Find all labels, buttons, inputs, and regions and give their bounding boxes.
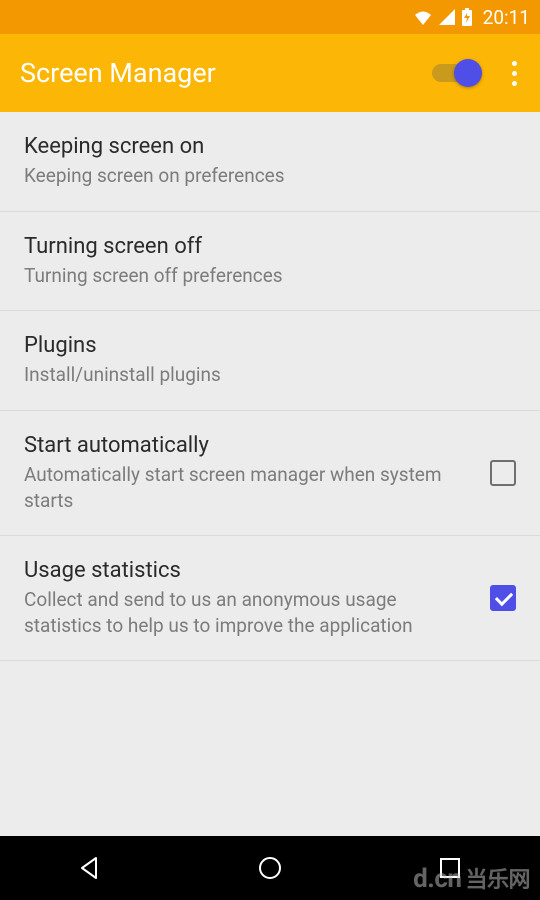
nav-back-button[interactable] xyxy=(40,836,140,900)
item-subtitle: Install/uninstall plugins xyxy=(24,362,516,388)
item-plugins[interactable]: Plugins Install/uninstall plugins xyxy=(0,311,540,411)
item-subtitle: Collect and send to us an anonymous usag… xyxy=(24,587,474,638)
item-start-automatically[interactable]: Start automatically Automatically start … xyxy=(0,411,540,536)
item-title: Turning screen off xyxy=(24,234,516,259)
item-subtitle: Keeping screen on preferences xyxy=(24,163,516,189)
app-bar: Screen Manager xyxy=(0,34,540,112)
battery-icon xyxy=(461,8,473,26)
overflow-menu-button[interactable] xyxy=(502,53,526,93)
item-usage-statistics[interactable]: Usage statistics Collect and send to us … xyxy=(0,536,540,661)
master-toggle[interactable] xyxy=(432,59,482,87)
app-title: Screen Manager xyxy=(20,57,420,89)
nav-home-button[interactable] xyxy=(220,836,320,900)
checkbox-start-automatically[interactable] xyxy=(490,460,516,486)
item-title: Start automatically xyxy=(24,433,474,458)
item-title: Keeping screen on xyxy=(24,134,516,159)
status-time: 20:11 xyxy=(483,6,530,29)
signal-icon xyxy=(439,9,455,25)
item-subtitle: Automatically start screen manager when … xyxy=(24,462,474,513)
settings-list: Keeping screen on Keeping screen on pref… xyxy=(0,112,540,661)
item-title: Plugins xyxy=(24,333,516,358)
wifi-icon xyxy=(413,9,433,25)
item-turning-screen-off[interactable]: Turning screen off Turning screen off pr… xyxy=(0,212,540,312)
item-subtitle: Turning screen off preferences xyxy=(24,263,516,289)
status-bar: 20:11 xyxy=(0,0,540,34)
item-keeping-screen-on[interactable]: Keeping screen on Keeping screen on pref… xyxy=(0,112,540,212)
nav-recent-button[interactable] xyxy=(400,836,500,900)
checkbox-usage-statistics[interactable] xyxy=(490,585,516,611)
android-nav-bar xyxy=(0,836,540,900)
item-title: Usage statistics xyxy=(24,558,474,583)
